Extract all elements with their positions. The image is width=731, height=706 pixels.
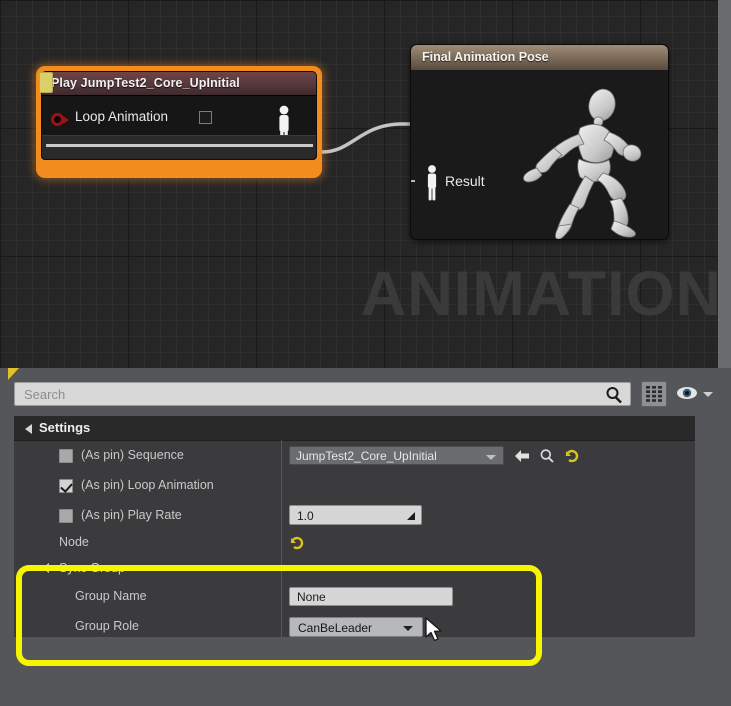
spinner-icon[interactable] [407, 512, 415, 520]
final-node-body: Result [411, 70, 668, 239]
play-node-drag-handle[interactable] [39, 72, 53, 93]
search-row: Search [0, 381, 731, 407]
chevron-down-icon[interactable] [486, 455, 496, 460]
animation-graph-canvas[interactable]: ANIMATION Play JumpTest2_Core_UpInitial … [0, 0, 718, 368]
property-row-group-name[interactable]: Group Name None [14, 582, 695, 612]
chevron-expand-icon[interactable] [25, 424, 32, 434]
grid-view-icon[interactable] [641, 381, 667, 407]
group-name-value: None [297, 590, 326, 604]
result-pin-label: Result [445, 173, 485, 189]
search-input[interactable]: Search [14, 382, 631, 406]
property-row-group-role[interactable]: Group Role CanBeLeader [14, 612, 695, 637]
settings-section-header[interactable]: Settings [14, 416, 695, 441]
graph-right-gutter [718, 0, 731, 368]
result-wire-stub [411, 180, 415, 182]
as-pin-prefix: (As pin) [81, 448, 125, 462]
group-name-input[interactable]: None [289, 587, 453, 606]
reset-icon[interactable] [565, 449, 579, 463]
sequence-as-pin-checkbox[interactable] [59, 449, 73, 463]
property-list: Settings (As pin) Sequence JumpTest2_Cor… [14, 416, 695, 637]
checkmark-icon [60, 480, 73, 493]
node-play-animation[interactable]: Play JumpTest2_Core_UpInitial Loop Anima… [36, 66, 322, 178]
play-rate-input[interactable]: 1.0 [289, 505, 422, 525]
chevron-down-icon[interactable] [403, 626, 413, 631]
search-icon [606, 387, 622, 404]
sync-group-section-header[interactable]: Sync Group [14, 555, 695, 582]
node-final-animation-pose[interactable]: Final Animation Pose Result [410, 44, 669, 240]
node-label: Node [59, 535, 89, 549]
mannequin-running-icon [523, 88, 642, 239]
property-row-node[interactable]: Node [14, 531, 695, 555]
play-rate-value: 1.0 [297, 509, 314, 523]
property-label-text: Loop Animation [127, 478, 214, 492]
chevron-down-icon[interactable] [703, 392, 713, 397]
play-node-inner: Play JumpTest2_Core_UpInitial Loop Anima… [41, 71, 317, 160]
details-panel: Search Settings (As pin) Sequence JumpTe… [0, 368, 731, 706]
as-pin-prefix: (As pin) [81, 478, 125, 492]
property-row-loop-animation[interactable]: (As pin) Loop Animation [14, 471, 695, 501]
sync-group-label: Sync Group [59, 561, 126, 575]
browse-arrow-icon[interactable] [514, 449, 530, 463]
play-rate-as-pin-checkbox[interactable] [59, 509, 73, 523]
find-icon[interactable] [539, 448, 555, 464]
loop-animation-pin-label: Loop Animation [75, 109, 169, 124]
pose-pin-icon[interactable] [423, 164, 441, 202]
search-placeholder: Search [24, 387, 66, 402]
as-pin-prefix: (As pin) [81, 508, 125, 522]
group-role-dropdown[interactable]: CanBeLeader [289, 617, 423, 637]
play-node-footer [42, 135, 316, 159]
loop-animation-pin-arrow-icon [63, 116, 69, 124]
panel-tab-marker-icon [8, 368, 19, 380]
sequence-label: (As pin) Sequence [81, 448, 184, 462]
reset-icon[interactable] [290, 536, 304, 550]
property-label-text: Sequence [127, 448, 184, 462]
group-name-label: Group Name [75, 589, 147, 603]
play-node-progress-bar [46, 144, 313, 147]
property-label-text: Play Rate [127, 508, 182, 522]
play-node-title: Play JumpTest2_Core_UpInitial [42, 72, 316, 96]
property-row-play-rate[interactable]: (As pin) Play Rate 1.0 [14, 501, 695, 531]
loop-animation-as-pin-checkbox[interactable] [59, 479, 73, 493]
sequence-value: JumpTest2_Core_UpInitial [296, 449, 437, 463]
eye-visibility-icon[interactable] [676, 384, 698, 402]
chevron-expand-icon[interactable] [42, 563, 49, 573]
final-node-title: Final Animation Pose [411, 45, 668, 70]
loop-animation-node-checkbox[interactable] [199, 111, 212, 124]
graph-watermark: ANIMATION [360, 259, 718, 329]
group-role-value: CanBeLeader [298, 621, 373, 635]
group-role-label: Group Role [75, 619, 139, 633]
play-rate-label: (As pin) Play Rate [81, 508, 182, 522]
sequence-combobox[interactable]: JumpTest2_Core_UpInitial [289, 446, 504, 465]
loop-animation-label: (As pin) Loop Animation [81, 478, 214, 492]
property-row-sequence[interactable]: (As pin) Sequence JumpTest2_Core_UpIniti… [14, 441, 695, 471]
settings-section-label: Settings [39, 420, 91, 435]
